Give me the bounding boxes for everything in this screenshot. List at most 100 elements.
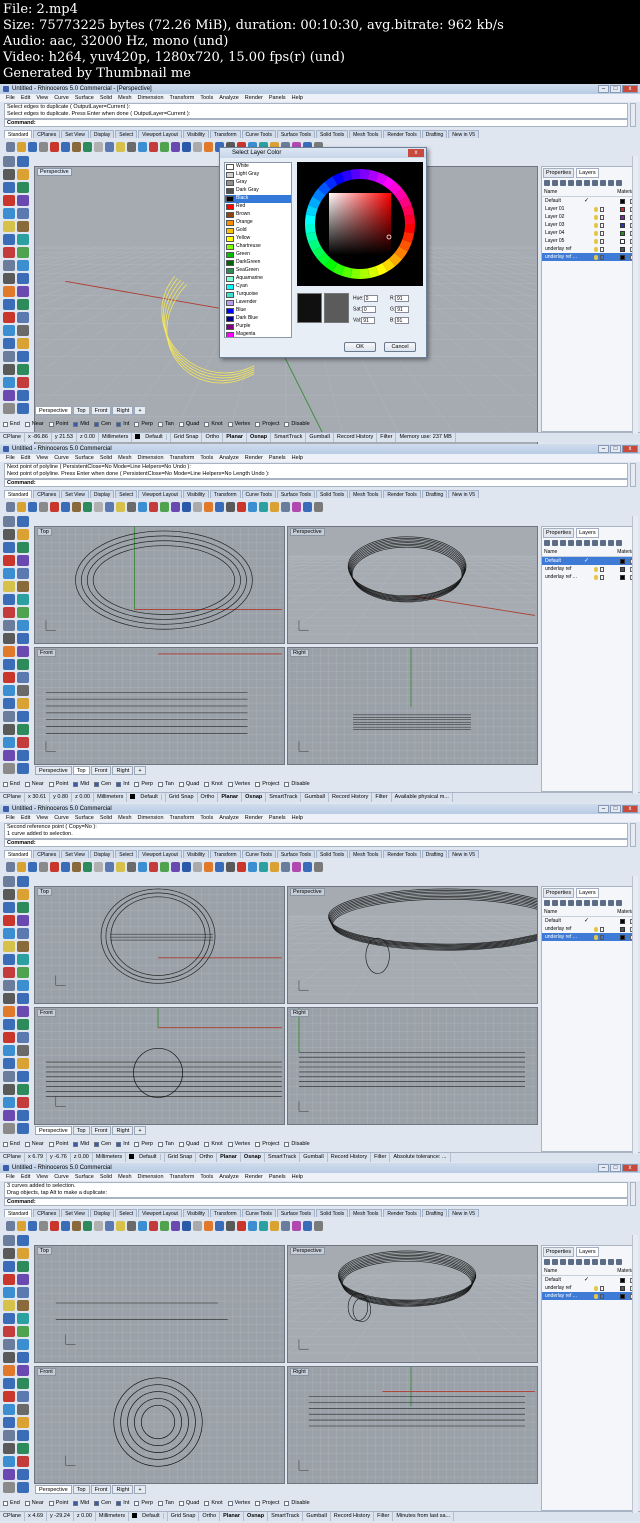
tool-icon[interactable] (17, 594, 29, 605)
panel-scrollbar[interactable] (632, 876, 638, 1154)
command-prompt[interactable]: Command: (4, 1198, 628, 1206)
toolbar-tab[interactable]: Transform (209, 1209, 241, 1217)
command-scrollbar[interactable] (630, 1182, 636, 1206)
maximize-button[interactable]: □ (610, 445, 621, 453)
tool-icon[interactable] (3, 928, 15, 939)
tool-icon[interactable] (3, 1326, 15, 1337)
status-smart[interactable]: SmartTrack (265, 1153, 301, 1162)
checkbox[interactable] (157, 1142, 163, 1147)
checkbox[interactable] (204, 1501, 210, 1506)
toolbar-icon[interactable] (182, 501, 191, 512)
tool-icon[interactable] (3, 967, 15, 978)
lock-icon[interactable] (600, 934, 604, 940)
toolbar-icon[interactable] (182, 1220, 191, 1231)
viewport-title[interactable]: Front (37, 649, 56, 657)
tool-icon[interactable] (17, 711, 29, 722)
viewport-right[interactable]: Right (287, 647, 538, 765)
g-input[interactable] (395, 306, 410, 313)
osnap-point[interactable]: Point (48, 1140, 68, 1149)
toolbar-tab[interactable]: Drafting (421, 850, 448, 858)
menu-transform[interactable]: Transform (170, 1173, 195, 1181)
toolbar-icon[interactable] (17, 1220, 26, 1231)
status-cplane[interactable]: CPlane (0, 433, 26, 442)
layer-tool-icon[interactable] (600, 540, 606, 546)
layers-tab[interactable]: Layers (576, 528, 599, 538)
viewport-title[interactable]: Top (37, 528, 52, 536)
lightbulb-icon[interactable] (594, 566, 598, 572)
tool-icon[interactable] (3, 763, 15, 774)
layer-tool-icon[interactable] (592, 1259, 598, 1265)
checkbox[interactable] (48, 422, 54, 427)
color-list-item[interactable]: White (225, 163, 291, 171)
color-list-item[interactable]: Purple (225, 323, 291, 331)
toolbar-icon[interactable] (160, 141, 169, 152)
tool-icon[interactable] (3, 195, 15, 206)
checkbox[interactable] (73, 422, 79, 427)
menu-surface[interactable]: Surface (75, 814, 94, 822)
toolbar-icon[interactable] (61, 861, 70, 872)
osnap-disable[interactable]: Disable (284, 420, 310, 429)
menu-view[interactable]: View (36, 94, 48, 102)
status-smart[interactable]: SmartTrack (271, 433, 307, 442)
layer-row[interactable]: Layer 05 (542, 237, 637, 245)
lock-icon[interactable] (600, 926, 604, 932)
hue-input[interactable] (363, 295, 378, 302)
toolbar-tab[interactable]: Visibility (182, 850, 209, 858)
layers-tab[interactable]: Layers (576, 168, 599, 178)
status-grid[interactable]: Grid Snap (166, 793, 198, 802)
status-layer[interactable]: Default (127, 793, 166, 802)
toolbar-icon[interactable] (270, 501, 279, 512)
menu-curve[interactable]: Curve (54, 454, 69, 462)
tool-icon[interactable] (3, 1456, 15, 1467)
tool-icon[interactable] (17, 299, 29, 310)
layer-tool-icon[interactable] (544, 180, 550, 186)
tool-icon[interactable] (3, 221, 15, 232)
add-viewport-tab[interactable]: + (134, 1485, 146, 1494)
checkbox[interactable] (116, 1142, 122, 1147)
tool-icon[interactable] (17, 1469, 29, 1480)
toolbar-icon[interactable] (171, 861, 180, 872)
toolbar-icon[interactable] (193, 861, 202, 872)
layer-tool-icon[interactable] (600, 1259, 606, 1265)
cancel-button[interactable]: Cancel (384, 342, 416, 352)
osnap-cen[interactable]: Cen (94, 420, 111, 429)
checkbox[interactable] (284, 782, 290, 787)
toolbar-icon[interactable] (127, 141, 136, 152)
layer-row[interactable]: Default ✓ (542, 197, 637, 205)
layer-tool-icon[interactable] (560, 1259, 566, 1265)
lock-icon[interactable] (600, 574, 604, 580)
status-osnap[interactable]: Osnap (241, 1153, 266, 1162)
menu-mesh[interactable]: Mesh (118, 1173, 131, 1181)
tool-icon[interactable] (3, 325, 15, 336)
lock-icon[interactable] (600, 246, 604, 252)
toolbar-icon[interactable] (72, 1220, 81, 1231)
checkbox[interactable] (204, 1142, 210, 1147)
toolbar-icon[interactable] (303, 501, 312, 512)
viewport-perspective[interactable]: Perspective (287, 1245, 538, 1363)
maximize-button[interactable]: □ (610, 85, 621, 93)
minimize-button[interactable]: – (598, 445, 609, 453)
tool-icon[interactable] (17, 1300, 29, 1311)
viewport-top[interactable]: Top (34, 526, 285, 644)
layer-tool-icon[interactable] (552, 1259, 558, 1265)
layer-tool-icon[interactable] (576, 1259, 582, 1265)
viewport-title[interactable]: Front (37, 1009, 56, 1017)
panel-scrollbar[interactable] (632, 156, 638, 434)
lightbulb-icon[interactable] (594, 246, 598, 252)
menu-surface[interactable]: Surface (75, 94, 94, 102)
lightbulb-icon[interactable] (594, 214, 598, 220)
layer-tool-icon[interactable] (616, 1259, 622, 1265)
close-button[interactable]: x (622, 1164, 638, 1172)
tool-icon[interactable] (17, 1352, 29, 1363)
status-layer[interactable]: Default (132, 433, 171, 442)
layer-tool-icon[interactable] (584, 1259, 590, 1265)
osnap-vertex[interactable]: Vertex (227, 780, 250, 789)
toolbar-tab[interactable]: Curve Tools (241, 130, 276, 138)
tool-icon[interactable] (17, 889, 29, 900)
checkbox[interactable] (178, 782, 184, 787)
toolbar-tab[interactable]: Select (115, 1209, 138, 1217)
toolbar-icon[interactable] (226, 1220, 235, 1231)
tool-icon[interactable] (17, 967, 29, 978)
checkbox[interactable] (227, 1142, 233, 1147)
status-smart[interactable]: SmartTrack (266, 793, 302, 802)
